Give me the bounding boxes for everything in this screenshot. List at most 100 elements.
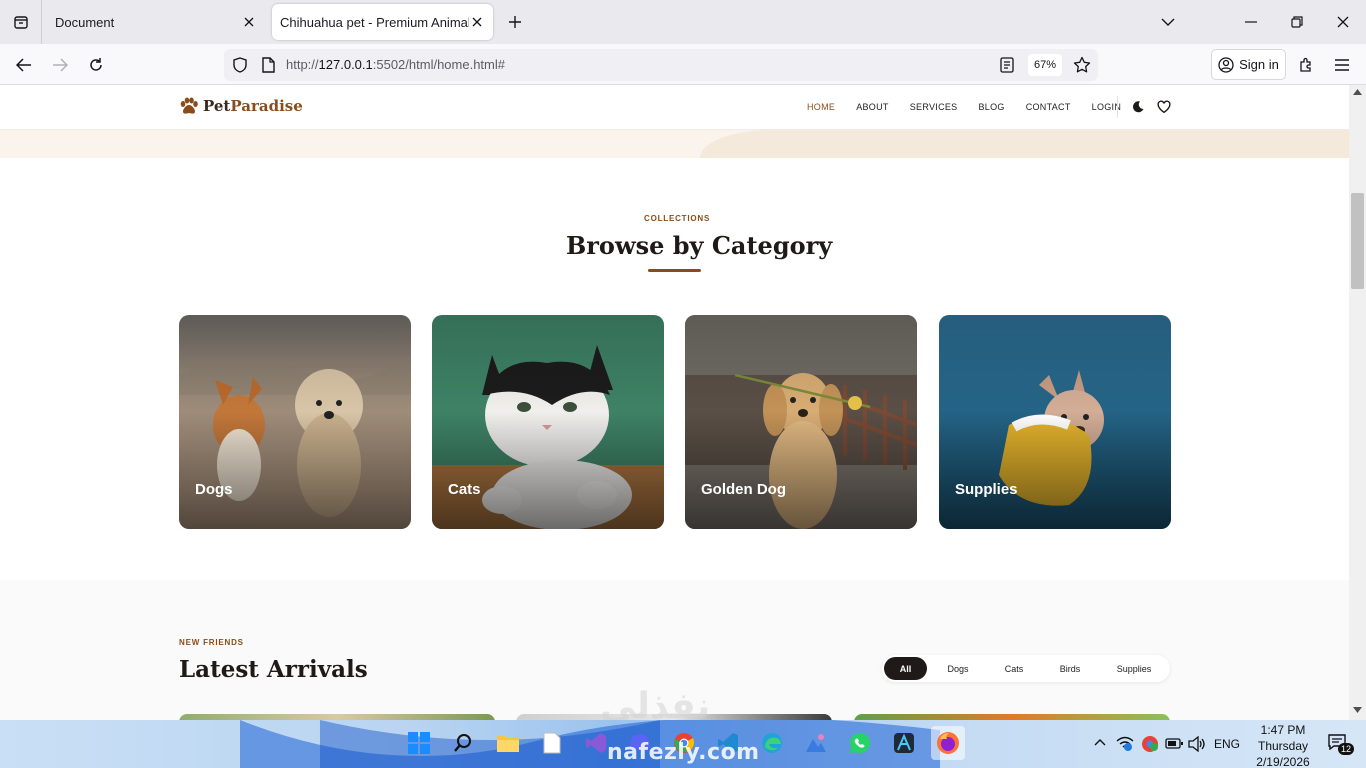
plus-icon	[509, 16, 521, 28]
filter-supplies[interactable]: Supplies	[1101, 657, 1167, 680]
scrollbar-thumb[interactable]	[1351, 193, 1364, 289]
firefox-button[interactable]	[931, 726, 965, 760]
account-icon	[1218, 56, 1234, 73]
restore-button[interactable]	[1274, 0, 1320, 44]
category-card-cats[interactable]: Cats	[432, 315, 664, 529]
tab-chihuahua-pet[interactable]: Chihuahua pet - Premium Animal St	[272, 4, 493, 40]
scroll-up-arrow-icon[interactable]	[1353, 89, 1362, 95]
volume-icon[interactable]	[1188, 736, 1206, 752]
page-scrollbar[interactable]	[1349, 85, 1366, 720]
chevron-down-icon	[1161, 18, 1175, 26]
filter-dogs[interactable]: Dogs	[927, 657, 989, 680]
tab-list-icon	[13, 16, 28, 29]
heart-icon[interactable]	[1157, 100, 1171, 114]
navigation-toolbar: http://127.0.0.1:5502/html/home.html# 67…	[0, 44, 1366, 85]
puzzle-icon	[1300, 57, 1311, 72]
notepad-button[interactable]	[539, 730, 565, 756]
menu-item-services[interactable]: SERVICES	[910, 102, 958, 112]
filter-all[interactable]: All	[884, 657, 927, 680]
sign-in-label: Sign in	[1239, 57, 1279, 72]
close-window-button[interactable]	[1320, 0, 1366, 44]
category-card-supplies[interactable]: Supplies	[939, 315, 1171, 529]
hero-wave	[700, 130, 1349, 158]
bookmark-star-icon[interactable]	[1073, 56, 1091, 74]
arrivals-title: Latest Arrivals	[179, 656, 368, 683]
tab-title: Document	[55, 14, 115, 30]
taskbar-clock[interactable]: 1:47 PM Thursday 2/19/2026	[1248, 722, 1318, 768]
arrival-filters: All Dogs Cats Birds Supplies	[882, 655, 1170, 682]
filter-cats[interactable]: Cats	[989, 657, 1039, 680]
watermark-text: nafezly.com	[607, 740, 760, 765]
arrow-left-icon	[16, 58, 31, 72]
url-host: 127.0.0.1	[318, 57, 373, 72]
scroll-down-arrow-icon[interactable]	[1353, 707, 1362, 713]
tab-document[interactable]: Document	[43, 0, 269, 44]
url-text[interactable]: http://127.0.0.1:5502/html/home.html#	[286, 57, 505, 72]
sign-in-button[interactable]: Sign in	[1211, 49, 1286, 80]
tab-strip: Document Chihuahua pet - Premium Animal …	[0, 0, 1366, 44]
clock-time: 1:47 PM	[1260, 723, 1306, 737]
logo-text-pet: Pet	[203, 97, 231, 115]
category-label: Golden Dog	[701, 481, 786, 498]
whatsapp-icon	[849, 733, 870, 754]
input-language-indicator[interactable]: ENG	[1214, 737, 1240, 751]
start-button[interactable]	[406, 730, 432, 756]
menu-item-blog[interactable]: BLOG	[978, 102, 1004, 112]
photos-button[interactable]	[803, 730, 829, 756]
logo-text-paradise: Paradise	[230, 97, 303, 115]
list-all-tabs-button[interactable]	[1145, 0, 1191, 44]
url-path: :5502/html/home.html#	[372, 57, 505, 72]
minimize-icon	[1245, 21, 1257, 23]
category-label: Supplies	[955, 481, 1018, 498]
tab-close-button[interactable]	[469, 14, 485, 30]
menu-divider	[1117, 96, 1118, 118]
whatsapp-button[interactable]	[847, 730, 873, 756]
windows-logo-icon	[408, 732, 430, 754]
menu-item-contact[interactable]: CONTACT	[1026, 102, 1071, 112]
zoom-level-badge[interactable]: 67%	[1027, 54, 1062, 76]
chrome-tray-icon[interactable]	[1141, 735, 1159, 753]
notification-count-badge: 12	[1338, 743, 1355, 755]
menu-item-about[interactable]: ABOUT	[856, 102, 889, 112]
taskbar-search-button[interactable]	[450, 730, 476, 756]
shield-icon[interactable]	[232, 57, 248, 73]
photos-icon	[806, 734, 826, 752]
tab-list-button[interactable]	[0, 0, 42, 44]
filter-birds[interactable]: Birds	[1039, 657, 1101, 680]
show-hidden-icons-chevron-icon[interactable]	[1094, 738, 1106, 746]
visual-studio-icon	[586, 733, 606, 753]
file-explorer-button[interactable]	[495, 730, 521, 756]
page-icon[interactable]	[261, 57, 275, 73]
forward-button[interactable]	[45, 50, 75, 80]
document-icon	[543, 732, 561, 754]
reload-button[interactable]	[81, 50, 111, 80]
close-icon	[1337, 16, 1349, 28]
category-card-dogs[interactable]: Dogs	[179, 315, 411, 529]
new-tab-button[interactable]	[503, 10, 527, 34]
clock-date: 2/19/2026	[1256, 755, 1310, 768]
category-label: Cats	[448, 481, 481, 498]
visual-studio-button[interactable]	[583, 730, 609, 756]
minimize-button[interactable]	[1228, 0, 1274, 44]
hamburger-icon	[1335, 59, 1349, 71]
title-underline	[648, 269, 701, 272]
moon-icon[interactable]	[1131, 100, 1145, 114]
category-card-golden-dog[interactable]: Golden Dog	[685, 315, 917, 529]
arrow-right-icon	[53, 58, 68, 72]
battery-icon[interactable]	[1165, 738, 1183, 749]
site-header: Pet Paradise HOME ABOUT SERVICES BLOG CON…	[0, 85, 1349, 130]
extensions-button[interactable]	[1291, 50, 1321, 80]
android-studio-button[interactable]	[891, 730, 917, 756]
app-menu-button[interactable]	[1327, 50, 1357, 80]
tab-close-button[interactable]	[241, 14, 257, 30]
close-icon	[472, 17, 482, 27]
site-logo[interactable]: Pet Paradise	[179, 97, 303, 115]
url-bar[interactable]: http://127.0.0.1:5502/html/home.html# 67…	[224, 49, 1098, 81]
edge-button[interactable]	[759, 730, 785, 756]
network-icon[interactable]	[1116, 735, 1134, 751]
tab-title: Chihuahua pet - Premium Animal St	[280, 14, 469, 30]
back-button[interactable]	[9, 50, 39, 80]
menu-item-home[interactable]: HOME	[807, 102, 835, 112]
notification-center-button[interactable]: 12	[1328, 734, 1355, 756]
reader-view-icon[interactable]	[1000, 57, 1014, 73]
